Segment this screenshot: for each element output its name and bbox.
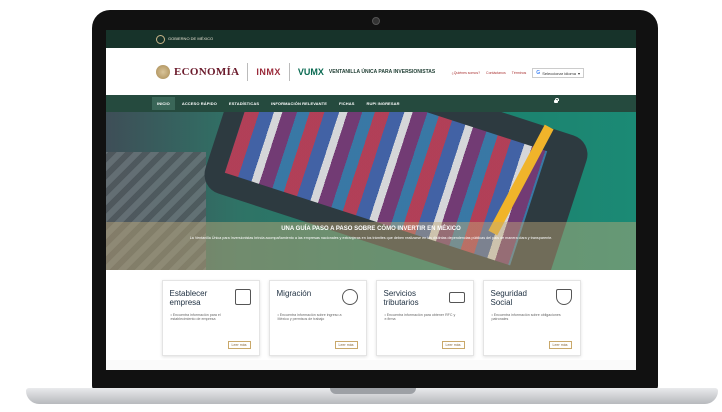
gov-seal-icon <box>156 34 165 44</box>
building-icon <box>234 289 251 305</box>
money-icon <box>448 292 465 303</box>
hero-banner: UNA GUÍA PASO A PASO SOBRE CÓMO INVERTIR… <box>106 112 636 270</box>
read-more-button[interactable]: Leer más <box>334 341 358 349</box>
gov-logo-label: GOBIERNO DE MÉXICO <box>168 36 214 41</box>
language-select-label: Seleccionar idioma <box>542 70 576 76</box>
divider <box>247 62 249 81</box>
card-title: Servicios tributarios <box>383 289 419 307</box>
lock-icon[interactable] <box>554 98 559 103</box>
org-name[interactable]: ECONOMÍA <box>174 66 239 78</box>
gov-bar: GOBIERNO DE MÉXICO <box>106 30 636 48</box>
economia-seal-icon <box>156 64 170 79</box>
card-description: • Encuentra información sobre ingreso a … <box>277 313 342 322</box>
chevron-down-icon: ▾ <box>577 70 580 76</box>
card-establecer-empresa[interactable]: Establecer empresa • Encuentra informaci… <box>161 280 260 356</box>
gov-logo[interactable]: GOBIERNO DE MÉXICO <box>156 34 214 44</box>
card-description: • Encuentra información para el establec… <box>170 313 221 322</box>
header-links: ¿Quiénes somos? Contáctanos Términos G S… <box>452 68 584 78</box>
nav-item-informacion-relevante[interactable]: INFORMACIÓN RELEVANTE <box>266 97 332 110</box>
browser-screen: GOBIERNO DE MÉXICO ECONOMÍA INMX VUMX VE… <box>106 30 636 370</box>
nav-item-fichas[interactable]: FICHAS <box>334 97 360 110</box>
card-title: Migración <box>276 289 312 298</box>
read-more-button[interactable]: Leer más <box>548 341 572 349</box>
nav-item-estadisticas[interactable]: ESTADÍSTICAS <box>224 97 264 110</box>
screen-footer <box>106 360 636 370</box>
card-migracion[interactable]: Migración • Encuentra información sobre … <box>268 280 367 356</box>
link-contactanos[interactable]: Contáctanos <box>486 71 506 75</box>
link-quienes-somos[interactable]: ¿Quiénes somos? <box>452 71 480 75</box>
language-select[interactable]: G Seleccionar idioma ▾ <box>532 68 584 78</box>
vumx-logo[interactable]: VUMX <box>298 67 324 77</box>
link-terminos[interactable]: Términos <box>512 71 527 75</box>
card-description: • Encuentra información sobre obligacion… <box>491 313 561 322</box>
hero-title: UNA GUÍA PASO A PASO SOBRE CÓMO INVERTIR… <box>281 226 461 232</box>
camera-icon <box>372 17 380 25</box>
laptop-notch <box>330 388 416 394</box>
card-seguridad-social[interactable]: Seguridad Social • Encuentra información… <box>482 280 581 356</box>
read-more-button[interactable]: Leer más <box>441 341 465 349</box>
hero-description: La Ventanilla Única para Inversionistas … <box>189 236 553 240</box>
shield-icon <box>555 289 572 305</box>
site-tagline: VENTANILLA ÚNICA PARA INVERSIONISTAS <box>328 68 436 75</box>
nav-item-acceso-rapido[interactable]: ACCESO RÁPIDO <box>177 97 222 110</box>
inmx-logo[interactable]: INMX <box>256 67 281 77</box>
nav-item-inicio[interactable]: INICIO <box>152 97 175 110</box>
card-title: Establecer empresa <box>169 289 208 307</box>
divider <box>288 62 290 81</box>
service-cards: Establecer empresa • Encuentra informaci… <box>106 280 636 356</box>
nav-item-rupi-ingresar[interactable]: RUPI INGRESAR <box>361 97 404 110</box>
site-header: ECONOMÍA INMX VUMX VENTANILLA ÚNICA PARA… <box>106 48 636 95</box>
main-nav: INICIO ACCESO RÁPIDO ESTADÍSTICAS INFORM… <box>106 95 636 112</box>
card-title: Seguridad Social <box>490 289 527 307</box>
read-more-button[interactable]: Leer más <box>227 341 251 349</box>
globe-plane-icon <box>341 289 358 305</box>
google-icon: G <box>536 70 541 76</box>
card-description: • Encuentra información para obtener RFC… <box>384 313 456 322</box>
card-servicios-tributarios[interactable]: Servicios tributarios • Encuentra inform… <box>375 280 474 356</box>
